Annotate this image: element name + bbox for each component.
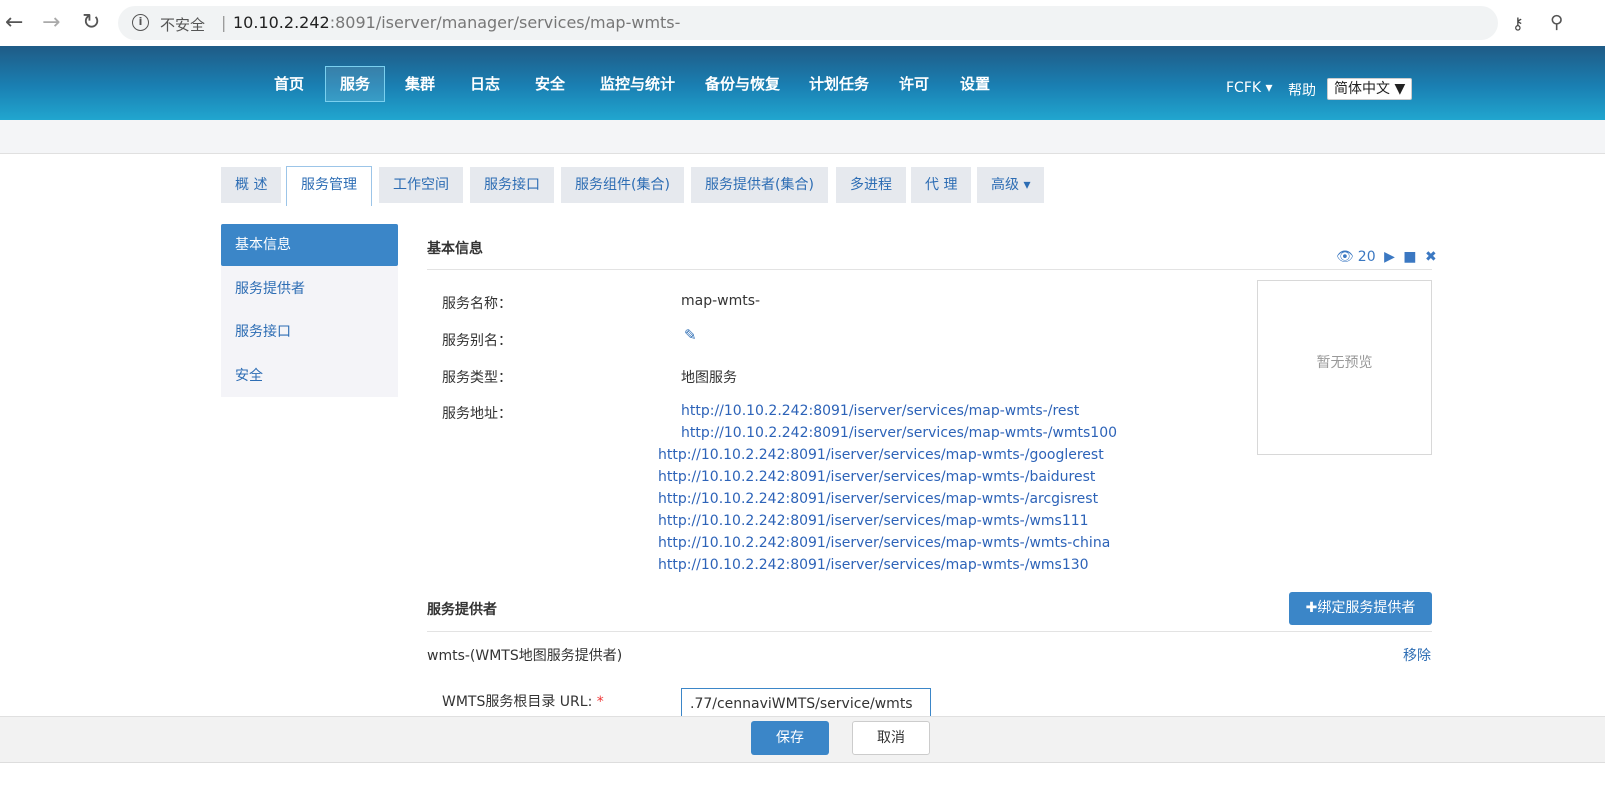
service-type-label: 服务类型：: [442, 370, 512, 386]
menu-license[interactable]: 许可: [885, 66, 943, 102]
tab-service-interface[interactable]: 服务接口: [470, 167, 554, 203]
service-address-label: 服务地址：: [442, 406, 512, 422]
menu-logs[interactable]: 日志: [456, 66, 514, 102]
menu-home[interactable]: 首页: [260, 66, 318, 102]
service-link[interactable]: http://10.10.2.242:8091/iserver/services…: [658, 447, 1104, 463]
eye-icon: 👁: [1336, 249, 1354, 265]
service-link[interactable]: http://10.10.2.242:8091/iserver/services…: [658, 469, 1095, 485]
language-select[interactable]: 简体中文 ▼: [1327, 78, 1413, 100]
service-link[interactable]: http://10.10.2.242:8091/iserver/services…: [681, 403, 1079, 419]
reload-icon[interactable]: ↻: [82, 12, 100, 34]
tab-advanced-label: 高级: [991, 177, 1019, 193]
url-host: 10.10.2.242: [233, 13, 330, 32]
service-name-value: map-wmts-: [681, 293, 761, 309]
provider-section-title: 服务提供者: [427, 602, 497, 618]
provider-name: wmts-(WMTS地图服务提供者): [427, 648, 623, 664]
menu-settings[interactable]: 设置: [946, 66, 1004, 102]
service-link[interactable]: http://10.10.2.242:8091/iserver/services…: [658, 491, 1098, 507]
url-path: :8091/iserver/manager/services/map-wmts-: [329, 13, 681, 32]
menu-scheduled-tasks[interactable]: 计划任务: [795, 66, 883, 102]
app-header: 首页 服务 集群 日志 安全 监控与统计 备份与恢复 计划任务 许可 设置 FC…: [0, 46, 1605, 120]
service-name-label: 服务名称：: [442, 296, 512, 312]
info-icon[interactable]: i: [132, 14, 149, 31]
forward-arrow-icon[interactable]: →: [42, 12, 60, 34]
help-link[interactable]: 帮助: [1288, 80, 1316, 100]
cancel-button[interactable]: 取消: [852, 721, 930, 755]
browser-status-bar: [0, 762, 1605, 786]
play-icon[interactable]: ▶: [1384, 249, 1395, 265]
browser-toolbar: ← → ↻ i 不安全 | 10.10.2.242:8091/iserver/m…: [0, 0, 1605, 46]
service-alias-label: 服务别名：: [442, 333, 512, 349]
service-link[interactable]: http://10.10.2.242:8091/iserver/services…: [681, 425, 1117, 441]
address-separator: |: [221, 13, 227, 32]
tab-overview[interactable]: 概 述: [221, 167, 282, 203]
sidenav-item-security[interactable]: 安全: [221, 355, 398, 397]
wmts-url-label: WMTS服务根目录 URL: *: [442, 691, 604, 711]
chevron-down-icon: ▾: [1023, 177, 1031, 193]
address-bar[interactable]: i 不安全 | 10.10.2.242:8091/iserver/manager…: [118, 6, 1498, 40]
view-count: 20: [1357, 249, 1376, 265]
close-icon[interactable]: ✖: [1425, 249, 1437, 265]
basic-info-title: 基本信息: [427, 241, 483, 257]
user-name: FCFK: [1226, 80, 1262, 96]
tab-service-management[interactable]: 服务管理: [286, 166, 372, 206]
menu-security[interactable]: 安全: [521, 66, 579, 102]
divider: [427, 269, 1432, 270]
user-menu[interactable]: FCFK ▾: [1226, 80, 1273, 96]
bind-provider-button[interactable]: ✚绑定服务提供者: [1289, 592, 1432, 625]
required-mark: *: [596, 694, 604, 710]
side-nav: 基本信息 服务提供者 服务接口 安全: [221, 224, 398, 397]
menu-monitoring[interactable]: 监控与统计: [586, 66, 689, 102]
language-value: 简体中文: [1334, 81, 1390, 97]
service-link[interactable]: http://10.10.2.242:8091/iserver/services…: [658, 513, 1089, 529]
remove-provider-link[interactable]: 移除: [1403, 645, 1431, 665]
tab-workspace[interactable]: 工作空间: [379, 167, 463, 203]
stop-icon[interactable]: ■: [1403, 249, 1416, 265]
service-link[interactable]: http://10.10.2.242:8091/iserver/services…: [658, 535, 1110, 551]
service-type-value: 地图服务: [681, 370, 737, 386]
tab-advanced[interactable]: 高级 ▾: [977, 167, 1045, 203]
sidenav-item-interfaces[interactable]: 服务接口: [221, 311, 398, 353]
edit-icon[interactable]: ✎: [684, 326, 700, 344]
language-caret-icon: ▼: [1394, 81, 1406, 97]
save-button[interactable]: 保存: [751, 721, 829, 755]
service-stats: 👁 20 ▶ ■ ✖: [1336, 249, 1441, 265]
url-text[interactable]: 10.10.2.242:8091/iserver/manager/service…: [233, 13, 680, 32]
tab-proxy[interactable]: 代 理: [911, 167, 972, 203]
menu-services[interactable]: 服务: [325, 66, 386, 102]
wmts-url-label-text: WMTS服务根目录 URL:: [442, 694, 593, 710]
key-icon[interactable]: ⚷: [1512, 14, 1524, 33]
tab-multiprocess[interactable]: 多进程: [836, 167, 906, 203]
tab-service-providers[interactable]: 服务提供者(集合): [691, 167, 828, 203]
menu-backup[interactable]: 备份与恢复: [691, 66, 794, 102]
back-arrow-icon[interactable]: ←: [5, 12, 23, 34]
service-link[interactable]: http://10.10.2.242:8091/iserver/services…: [658, 557, 1089, 573]
header-band: [0, 120, 1605, 154]
sidenav-item-providers[interactable]: 服务提供者: [221, 268, 398, 310]
tab-service-components[interactable]: 服务组件(集合): [561, 167, 684, 203]
zoom-icon[interactable]: ⚲: [1550, 12, 1563, 33]
user-caret-icon: ▾: [1265, 80, 1273, 96]
map-preview: 暂无预览: [1257, 280, 1432, 455]
divider: [427, 631, 1432, 632]
menu-cluster[interactable]: 集群: [391, 66, 449, 102]
security-label: 不安全: [160, 16, 206, 34]
sidenav-item-basic-info[interactable]: 基本信息: [221, 224, 398, 266]
